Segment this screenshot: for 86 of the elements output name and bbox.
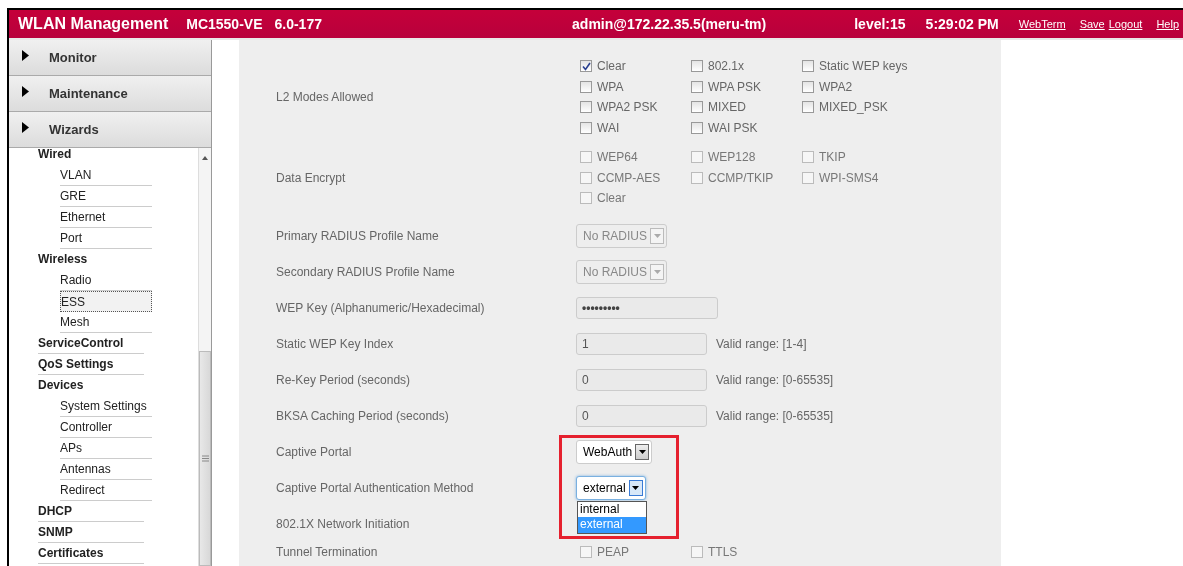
field-label: Captive Portal Authentication Method [275,480,475,495]
sidebar-section[interactable]: Wizards [9,112,211,148]
tree-group[interactable]: Wired [38,148,144,165]
model-name: MC1550-VE [186,16,263,32]
tree-group[interactable]: Devices [38,375,144,396]
caret-down-icon [653,269,661,274]
checkbox: CCMP/TKIP [691,167,802,188]
header-link[interactable]: Logout [1108,18,1143,30]
grip-icon [201,455,209,462]
field-label: Captive Portal [275,444,353,459]
tree-item[interactable]: System Settings [60,396,152,417]
tree-group[interactable]: Wireless [38,249,144,270]
checkbox: Clear [580,188,691,209]
range-hint: Valid range: [1-4] [716,336,807,351]
checkbox[interactable]: Static WEP keys [802,56,913,77]
tree-group[interactable]: SNMP [38,522,144,543]
dropdown[interactable]: WebAuth [576,439,653,464]
checkbox[interactable]: WAI [580,117,691,138]
tree-item[interactable]: Port [60,228,152,249]
field-label: 802.1X Network Initiation [275,516,411,531]
checkbox: WEP128 [691,147,802,168]
caret-right-icon [22,86,29,97]
level-text: level:15 [854,16,906,32]
tree-group[interactable]: DHCP [38,501,144,522]
checkbox: TKIP [802,147,913,168]
tree-group[interactable]: Certificates [38,543,144,564]
field-label: WEP Key (Alphanumeric/Hexadecimal) [275,300,486,315]
tree-item[interactable]: APs [60,438,152,459]
user-info: admin@172.22.35.5(meru-tm) [572,16,767,32]
dropdown: No RADIUS [576,259,667,284]
checkbox[interactable]: MIXED [691,97,802,118]
caret-right-icon [22,122,29,133]
tree-item[interactable]: Ethernet [60,207,152,228]
range-hint: Valid range: [0-65535] [716,408,834,423]
field-label: Static WEP Key Index [275,336,395,351]
tree-item[interactable]: Controller [60,417,152,438]
checkbox[interactable]: WPA2 [802,76,913,97]
field-label: Secondary RADIUS Profile Name [275,264,456,279]
checkmark-icon [581,61,591,71]
checkbox[interactable]: Clear [580,56,691,77]
field-label: Tunnel Termination [275,544,379,559]
caret-down-icon [632,485,640,490]
sidebar-section[interactable]: Monitor [9,40,211,76]
checkbox: CCMP-AES [580,167,691,188]
field-label: L2 Modes Allowed [275,90,375,104]
range-hint: Valid range: [0-65535] [716,372,834,387]
field-label: Re-Key Period (seconds) [275,372,412,387]
tree-item[interactable]: VLAN [60,165,152,186]
password-field: ••••••••• [576,296,718,319]
field-label: Primary RADIUS Profile Name [275,228,440,243]
dropdown: No RADIUS [576,223,667,248]
checkbox: WEP64 [580,147,691,168]
tree-group[interactable]: QoS Settings [38,354,144,375]
tree-group[interactable]: ServiceControl [38,333,144,354]
header-link[interactable]: WebTerm [1018,18,1066,30]
app-title: WLAN Management [18,15,169,33]
sidebar-section[interactable]: Maintenance [9,76,211,112]
checkbox: WPI-SMS4 [802,167,913,188]
checkbox: PEAP [580,541,691,562]
caret-right-icon [22,50,29,61]
checkbox[interactable]: 802.1x [691,56,802,77]
text-field: 0 [576,404,707,427]
header-link[interactable]: Help [1156,18,1179,30]
caret-down-icon [653,233,661,238]
text-field: 1 [576,332,707,355]
dropdown[interactable]: external [576,475,646,500]
tree-item[interactable]: Mesh [60,312,152,333]
checkbox[interactable]: WAI PSK [691,117,802,138]
tree-item[interactable]: Antennas [60,459,152,480]
header-link[interactable]: Save [1079,18,1105,30]
text-field: 0 [576,368,707,391]
scrollbar[interactable] [198,148,211,566]
checkbox[interactable]: WPA PSK [691,76,802,97]
dropdown-option[interactable]: internal [578,501,646,517]
version-text: 6.0-177 [274,16,322,32]
tree-item[interactable]: GRE [60,186,152,207]
caret-down-icon [638,449,646,454]
checkbox[interactable]: WPA [580,76,691,97]
checkbox: TTLS [691,541,802,562]
field-label: BKSA Caching Period (seconds) [275,408,450,423]
checkbox[interactable]: WPA2 PSK [580,97,691,118]
tree-item[interactable]: Redirect [60,480,152,501]
field-label: Data Encrypt [275,170,347,185]
tree-item[interactable]: ESS [60,291,152,312]
time-text: 5:29:02 PM [925,16,999,32]
checkbox[interactable]: MIXED_PSK [802,97,913,118]
